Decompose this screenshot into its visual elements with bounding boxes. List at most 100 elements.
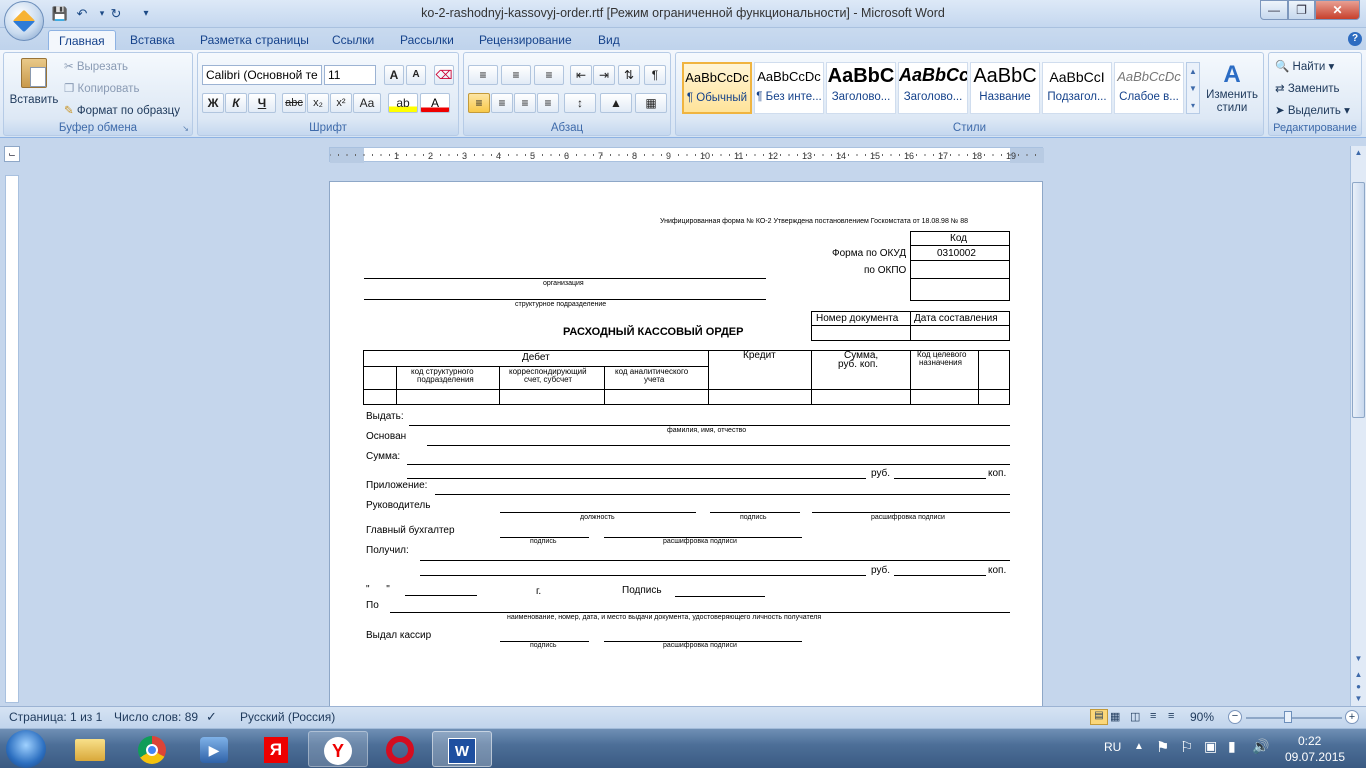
style-subtle-emphasis[interactable]: AaBbCcDc Слабое в... — [1114, 62, 1184, 114]
bullets-button[interactable]: ≡ — [468, 65, 498, 85]
underline-button[interactable]: Ч — [248, 93, 276, 113]
redo-icon[interactable]: ↻ — [106, 4, 126, 23]
tab-home[interactable]: Главная — [48, 30, 116, 50]
shading-button[interactable]: ▲ — [600, 93, 632, 113]
prev-page-icon[interactable]: ▲ — [1352, 670, 1365, 682]
tab-insert[interactable]: Вставка — [120, 30, 185, 50]
tab-references[interactable]: Ссылки — [322, 30, 384, 50]
tab-selector-icon[interactable]: ⌙ — [4, 146, 20, 162]
style-heading-1[interactable]: AaBbC Заголово... — [826, 62, 896, 114]
network-signal-icon[interactable]: ▮ — [1228, 738, 1236, 755]
start-button[interactable] — [6, 730, 46, 768]
justify-button[interactable]: ≡ — [537, 93, 559, 113]
decrease-indent-button[interactable]: ⇤ — [570, 65, 592, 85]
strikethrough-button[interactable]: abc — [282, 93, 306, 113]
tab-review[interactable]: Рецензирование — [469, 30, 582, 50]
align-right-button[interactable]: ≡ — [514, 93, 536, 113]
scroll-down-icon[interactable]: ▼ — [1352, 654, 1365, 668]
change-styles-button[interactable]: A Изменить стили — [1204, 61, 1260, 115]
line-spacing-button[interactable]: ↕ — [564, 93, 596, 113]
copy-button[interactable]: ❐ Копировать — [64, 81, 139, 95]
find-button[interactable]: 🔍 Найти ▾ — [1275, 59, 1334, 73]
cut-button[interactable]: ✂ Вырезать — [64, 59, 128, 73]
sort-button[interactable]: ⇅ — [618, 65, 640, 85]
shrink-font-button[interactable]: A — [406, 65, 426, 85]
select-browse-object-icon[interactable]: ● — [1352, 682, 1365, 694]
styles-scroll[interactable]: ▲ ▼ ▾ — [1186, 62, 1200, 114]
style-heading-2[interactable]: AaBbCc Заголово... — [898, 62, 968, 114]
style-normal[interactable]: AaBbCcDc ¶ Обычный — [682, 62, 752, 114]
word-count-status[interactable]: Число слов: 89 — [114, 710, 198, 724]
superscript-button[interactable]: x² — [330, 93, 352, 113]
scroll-up-icon[interactable]: ▲ — [1352, 148, 1365, 162]
highlight-button[interactable]: ab — [388, 93, 418, 113]
yandex-browser-taskbar-icon[interactable]: Y — [308, 731, 368, 767]
action-center-icon[interactable]: ⚑ — [1156, 738, 1169, 756]
zoom-out-icon[interactable]: − — [1228, 710, 1242, 724]
tab-page-layout[interactable]: Разметка страницы — [190, 30, 319, 50]
vertical-ruler[interactable] — [5, 175, 19, 703]
scroll-thumb[interactable] — [1352, 182, 1365, 418]
paste-button[interactable]: Вставить — [9, 56, 59, 116]
tray-time[interactable]: 0:22 — [1298, 734, 1321, 748]
zoom-slider-thumb[interactable] — [1284, 711, 1292, 723]
tab-view[interactable]: Вид — [588, 30, 630, 50]
media-player-taskbar-icon[interactable]: ▶ — [184, 731, 244, 767]
font-color-button[interactable]: A — [420, 93, 450, 113]
volume-icon[interactable]: 🔊 — [1252, 738, 1269, 755]
vertical-scrollbar[interactable]: ▲ ▼ ▲ ● ▼ — [1350, 146, 1366, 706]
borders-button[interactable]: ▦ — [635, 93, 667, 113]
zoom-level[interactable]: 90% — [1190, 710, 1214, 724]
minimize-button[interactable]: — — [1260, 0, 1288, 20]
change-case-button[interactable]: Aa — [353, 93, 381, 113]
increase-indent-button[interactable]: ⇥ — [593, 65, 615, 85]
opera-taskbar-icon[interactable] — [370, 731, 430, 767]
subscript-button[interactable]: x₂ — [307, 93, 329, 113]
bold-button[interactable]: Ж — [202, 93, 224, 113]
zoom-slider[interactable] — [1246, 717, 1342, 719]
explorer-taskbar-icon[interactable] — [60, 731, 120, 767]
close-button[interactable]: ✕ — [1315, 0, 1360, 20]
horizontal-ruler[interactable]: 1 2 3 4 5 6 7 8 9 10 11 12 13 14 15 16 17 18 19 — [329, 147, 1044, 163]
office-button[interactable] — [4, 1, 44, 41]
align-left-button[interactable]: ≡ — [468, 93, 490, 113]
proofing-icon[interactable]: ✓ — [206, 709, 217, 725]
tab-mailings[interactable]: Рассылки — [390, 30, 464, 50]
font-name-combo[interactable]: Calibri (Основной те — [202, 65, 322, 85]
dialog-launcher-icon[interactable]: ↘ — [182, 124, 189, 133]
tray-date[interactable]: 09.07.2015 — [1285, 750, 1345, 764]
select-button[interactable]: ➤ Выделить ▾ — [1275, 103, 1350, 117]
numbering-button[interactable]: ≡ — [501, 65, 531, 85]
print-layout-view-icon[interactable]: ▤ — [1090, 709, 1108, 725]
tray-expand-icon[interactable]: ▲ — [1134, 741, 1144, 752]
input-language[interactable]: RU — [1104, 740, 1121, 754]
italic-button[interactable]: К — [225, 93, 247, 113]
page-count-status[interactable]: Страница: 1 из 1 — [9, 710, 102, 724]
flag-icon[interactable]: ⚐ — [1180, 738, 1193, 756]
language-status[interactable]: Русский (Россия) — [240, 710, 335, 724]
outline-view-icon[interactable]: ≡ — [1150, 710, 1156, 722]
clear-format-button[interactable]: ⌫ — [434, 65, 454, 85]
maximize-button[interactable]: ❐ — [1288, 0, 1315, 20]
zoom-in-icon[interactable]: + — [1345, 710, 1359, 724]
qat-customize-icon[interactable]: ▾ — [136, 4, 156, 23]
word-taskbar-icon[interactable]: W — [432, 731, 492, 767]
align-center-button[interactable]: ≡ — [491, 93, 513, 113]
replace-button[interactable]: ⇄ Заменить — [1275, 81, 1340, 95]
draft-view-icon[interactable]: ≡ — [1168, 710, 1174, 722]
font-size-combo[interactable]: 11 — [324, 65, 376, 85]
grow-font-button[interactable]: A — [384, 65, 404, 85]
yandex-taskbar-icon[interactable]: Я — [246, 731, 306, 767]
device-icon[interactable]: ▣ — [1204, 738, 1217, 755]
document-page[interactable]: Унифицированная форма № КО-2 Утверждена … — [329, 181, 1043, 707]
style-title[interactable]: AaBbC Название — [970, 62, 1040, 114]
format-painter-button[interactable]: ✎ Формат по образцу — [64, 103, 180, 117]
chrome-taskbar-icon[interactable] — [122, 731, 182, 767]
help-icon[interactable]: ? — [1348, 32, 1362, 46]
multilevel-list-button[interactable]: ≡ — [534, 65, 564, 85]
full-screen-view-icon[interactable]: ▦ — [1110, 710, 1120, 723]
next-page-icon[interactable]: ▼ — [1352, 694, 1365, 706]
show-marks-button[interactable]: ¶ — [644, 65, 666, 85]
style-subtitle[interactable]: AaBbCcI Подзагол... — [1042, 62, 1112, 114]
style-no-spacing[interactable]: AaBbCcDc ¶ Без инте... — [754, 62, 824, 114]
